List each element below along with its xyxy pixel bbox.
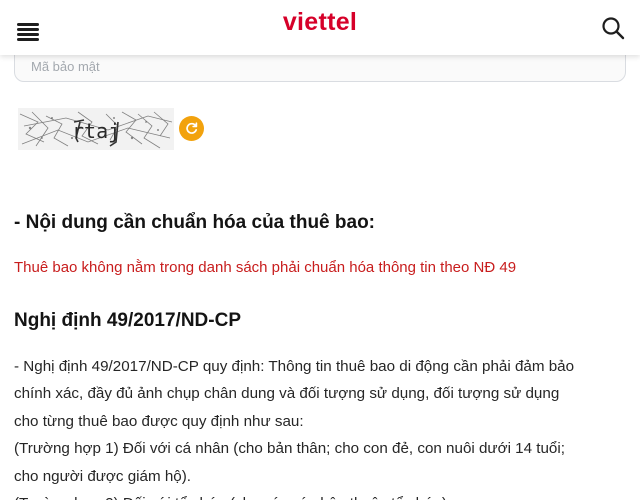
top-header: viettel (0, 0, 640, 55)
viettel-logo[interactable]: viettel (0, 8, 640, 37)
captcha-image: rtaj (18, 108, 174, 150)
body-line: - Nghị định 49/2017/ND-CP quy định: Thôn… (14, 358, 575, 375)
decree-body: - Nghị định 49/2017/ND-CP quy định: Thôn… (14, 353, 634, 500)
decree-title: Nghị định 49/2017/ND-CP (14, 310, 241, 331)
body-line: chính xác, đầy đủ ảnh chụp chân dung và … (14, 385, 560, 403)
search-icon (602, 17, 625, 40)
subscriber-status-text: Thuê bao không nằm trong danh sách phải … (14, 259, 517, 276)
refresh-icon (186, 122, 198, 134)
body-line: (Trường hợp 2) Đối với tổ chức (cho các … (14, 490, 634, 500)
captcha-text: rtaj (72, 119, 120, 143)
main-content: rtaj - Nội dung cần chuẩn hóa của thuê b… (0, 0, 640, 500)
section-heading: - Nội dung cần chuẩn hóa của thuê bao: (14, 212, 376, 233)
page: rtaj - Nội dung cần chuẩn hóa của thuê b… (0, 0, 640, 500)
body-line: (Trường hợp 1) Đối với cá nhân (cho bản … (14, 440, 565, 458)
body-line: cho người được giám hộ). (14, 467, 192, 485)
refresh-captcha-button[interactable] (179, 116, 204, 141)
body-line: cho từng thuê bao được quy định như sau: (14, 412, 304, 430)
search-button[interactable] (600, 15, 626, 41)
